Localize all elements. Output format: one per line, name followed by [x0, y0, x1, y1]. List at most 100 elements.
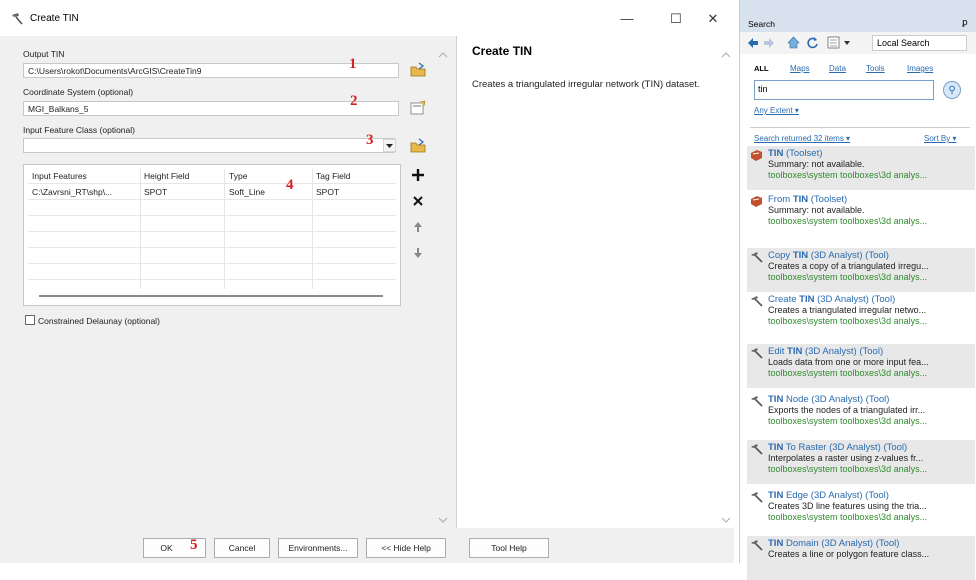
- chevron-down-icon[interactable]: [843, 39, 851, 47]
- parameters-scrollbar[interactable]: [436, 50, 450, 528]
- result-title[interactable]: TIN Edge (3D Analyst) (Tool): [768, 490, 889, 501]
- result-title-match: TIN: [768, 394, 784, 405]
- minimize-button[interactable]: —: [615, 9, 639, 29]
- grid-cell-tag-field[interactable]: SPOT: [316, 187, 339, 197]
- help-scrollbar[interactable]: [719, 50, 733, 528]
- forward-arrow-icon[interactable]: [762, 36, 776, 50]
- move-down-icon[interactable]: [410, 245, 426, 261]
- result-title-match: TIN: [768, 538, 784, 549]
- result-title[interactable]: From TIN (Toolset): [768, 194, 847, 205]
- grid-divider: [28, 215, 396, 216]
- back-arrow-icon[interactable]: [746, 36, 760, 50]
- search-result[interactable]: Copy TIN (3D Analyst) (Tool) Creates a co…: [747, 248, 975, 292]
- result-title-post: (Toolset): [808, 194, 848, 205]
- maximize-button[interactable]: ☐: [664, 9, 688, 29]
- grid-cell-input-features[interactable]: C:\Zavrsni_RT\shp\...: [32, 187, 112, 197]
- grid-header-type: Type: [229, 171, 248, 181]
- input-feature-class-field[interactable]: [23, 138, 395, 153]
- search-tab-all[interactable]: ALL: [754, 64, 769, 73]
- result-title-pre: Copy: [768, 250, 793, 261]
- spatial-reference-icon[interactable]: [409, 100, 427, 116]
- window-title: Create TIN: [30, 13, 79, 24]
- constrained-delaunay-label: Constrained Delaunay (optional): [38, 316, 160, 326]
- cancel-button[interactable]: Cancel: [214, 538, 270, 558]
- tool-help-button[interactable]: Tool Help: [469, 538, 549, 558]
- grid-cell-height-field[interactable]: SPOT: [144, 187, 167, 197]
- hammer-icon: [751, 444, 763, 455]
- search-result[interactable]: TIN (Toolset) Summary: not available. tool…: [747, 146, 975, 190]
- search-tab-images[interactable]: Images: [907, 64, 933, 73]
- search-window: Search ꝑ Local Search ALL Maps Data Tool…: [739, 0, 976, 580]
- result-path: toolboxes\system toolboxes\3d analys...: [768, 170, 928, 180]
- hammer-icon: [751, 396, 763, 407]
- search-go-icon[interactable]: ⚲: [943, 81, 961, 99]
- home-icon[interactable]: [786, 35, 801, 50]
- result-path: toolboxes\system toolboxes\3d analys...: [768, 316, 928, 326]
- result-title-match: TIN: [799, 294, 815, 305]
- help-title: Create TIN: [472, 44, 533, 58]
- search-tab-tools[interactable]: Tools: [866, 64, 885, 73]
- result-title[interactable]: Create TIN (3D Analyst) (Tool): [768, 294, 895, 305]
- result-title-match: TIN: [768, 148, 784, 159]
- search-result[interactable]: TIN Node (3D Analyst) (Tool) Exports the …: [747, 392, 975, 436]
- result-title[interactable]: TIN Node (3D Analyst) (Tool): [768, 394, 889, 405]
- sort-by-link[interactable]: Sort By ▾: [924, 134, 956, 143]
- marker-5: 5: [190, 537, 198, 553]
- hammer-icon: [751, 540, 763, 551]
- search-input[interactable]: tin: [754, 80, 934, 100]
- dialog-buttons: OK 5 Cancel Environments... << Hide Help…: [0, 528, 734, 563]
- move-up-icon[interactable]: [410, 219, 426, 235]
- close-button[interactable]: ✕: [701, 9, 725, 29]
- refresh-icon[interactable]: [805, 35, 820, 50]
- result-title[interactable]: TIN Domain (3D Analyst) (Tool): [768, 538, 899, 549]
- result-title-match: TIN: [768, 442, 784, 453]
- search-result[interactable]: TIN To Raster (3D Analyst) (Tool) Interpo…: [747, 440, 975, 484]
- result-title-post: Edge (3D Analyst) (Tool): [783, 490, 889, 501]
- marker-2: 2: [350, 93, 358, 109]
- local-search-dropdown[interactable]: Local Search: [872, 35, 967, 51]
- result-title[interactable]: Copy TIN (3D Analyst) (Tool): [768, 250, 889, 261]
- marker-3: 3: [366, 132, 374, 148]
- search-tab-maps[interactable]: Maps: [790, 64, 810, 73]
- delete-icon[interactable]: [410, 193, 426, 209]
- add-icon[interactable]: [410, 167, 426, 183]
- search-divider: [750, 127, 970, 128]
- search-result[interactable]: TIN Domain (3D Analyst) (Tool) Creates a …: [747, 536, 975, 580]
- open-folder-icon[interactable]: [409, 62, 427, 78]
- grid-column-divider: [312, 169, 313, 289]
- grid-cell-type[interactable]: Soft_Line: [229, 187, 265, 197]
- pin-icon[interactable]: ꝑ: [962, 17, 968, 28]
- environments-button[interactable]: Environments...: [278, 538, 358, 558]
- toolset-icon: [751, 196, 762, 207]
- open-folder-icon[interactable]: [409, 138, 427, 154]
- hide-help-button[interactable]: << Hide Help: [366, 538, 446, 558]
- search-result[interactable]: TIN Edge (3D Analyst) (Tool) Creates 3D l…: [747, 488, 975, 532]
- view-options-icon[interactable]: [826, 35, 841, 50]
- search-returned-link[interactable]: Search returned 32 items ▾: [754, 134, 850, 143]
- constrained-delaunay-checkbox[interactable]: [25, 315, 35, 325]
- search-result[interactable]: Create TIN (3D Analyst) (Tool) Creates a …: [747, 292, 975, 336]
- result-title-match: TIN: [792, 250, 809, 261]
- result-title[interactable]: TIN To Raster (3D Analyst) (Tool): [768, 442, 907, 453]
- help-panel: Create TIN Creates a triangulated irregu…: [456, 36, 734, 528]
- search-result[interactable]: From TIN (Toolset) Summary: not available…: [747, 192, 975, 236]
- result-description: Creates a copy of a triangulated irregu.…: [768, 261, 929, 271]
- result-title[interactable]: Edit TIN (3D Analyst) (Tool): [768, 346, 883, 357]
- grid-horizontal-scrollbar[interactable]: [39, 295, 383, 297]
- result-title-post: To Raster (3D Analyst) (Tool): [783, 442, 908, 453]
- any-extent-link[interactable]: Any Extent ▾: [754, 106, 799, 115]
- grid-column-divider: [224, 169, 225, 289]
- result-path: toolboxes\system toolboxes\3d analys...: [768, 216, 928, 226]
- output-tin-field[interactable]: C:\Users\rokot\Documents\ArcGIS\CreateTi…: [23, 63, 399, 78]
- search-tab-data[interactable]: Data: [829, 64, 846, 73]
- result-path: toolboxes\system toolboxes\3d analys...: [768, 416, 928, 426]
- grid-column-divider: [140, 169, 141, 289]
- dropdown-arrow-icon[interactable]: [383, 139, 396, 152]
- hammer-icon: [751, 252, 763, 263]
- search-result[interactable]: Edit TIN (3D Analyst) (Tool) Loads data f…: [747, 344, 975, 388]
- coordinate-system-field[interactable]: MGI_Balkans_5: [23, 101, 399, 116]
- result-title-post: (3D Analyst) (Tool): [814, 294, 896, 305]
- result-path: toolboxes\system toolboxes\3d analys...: [768, 464, 928, 474]
- result-title-pre: Edit: [768, 346, 788, 357]
- result-title[interactable]: TIN (Toolset): [768, 148, 822, 159]
